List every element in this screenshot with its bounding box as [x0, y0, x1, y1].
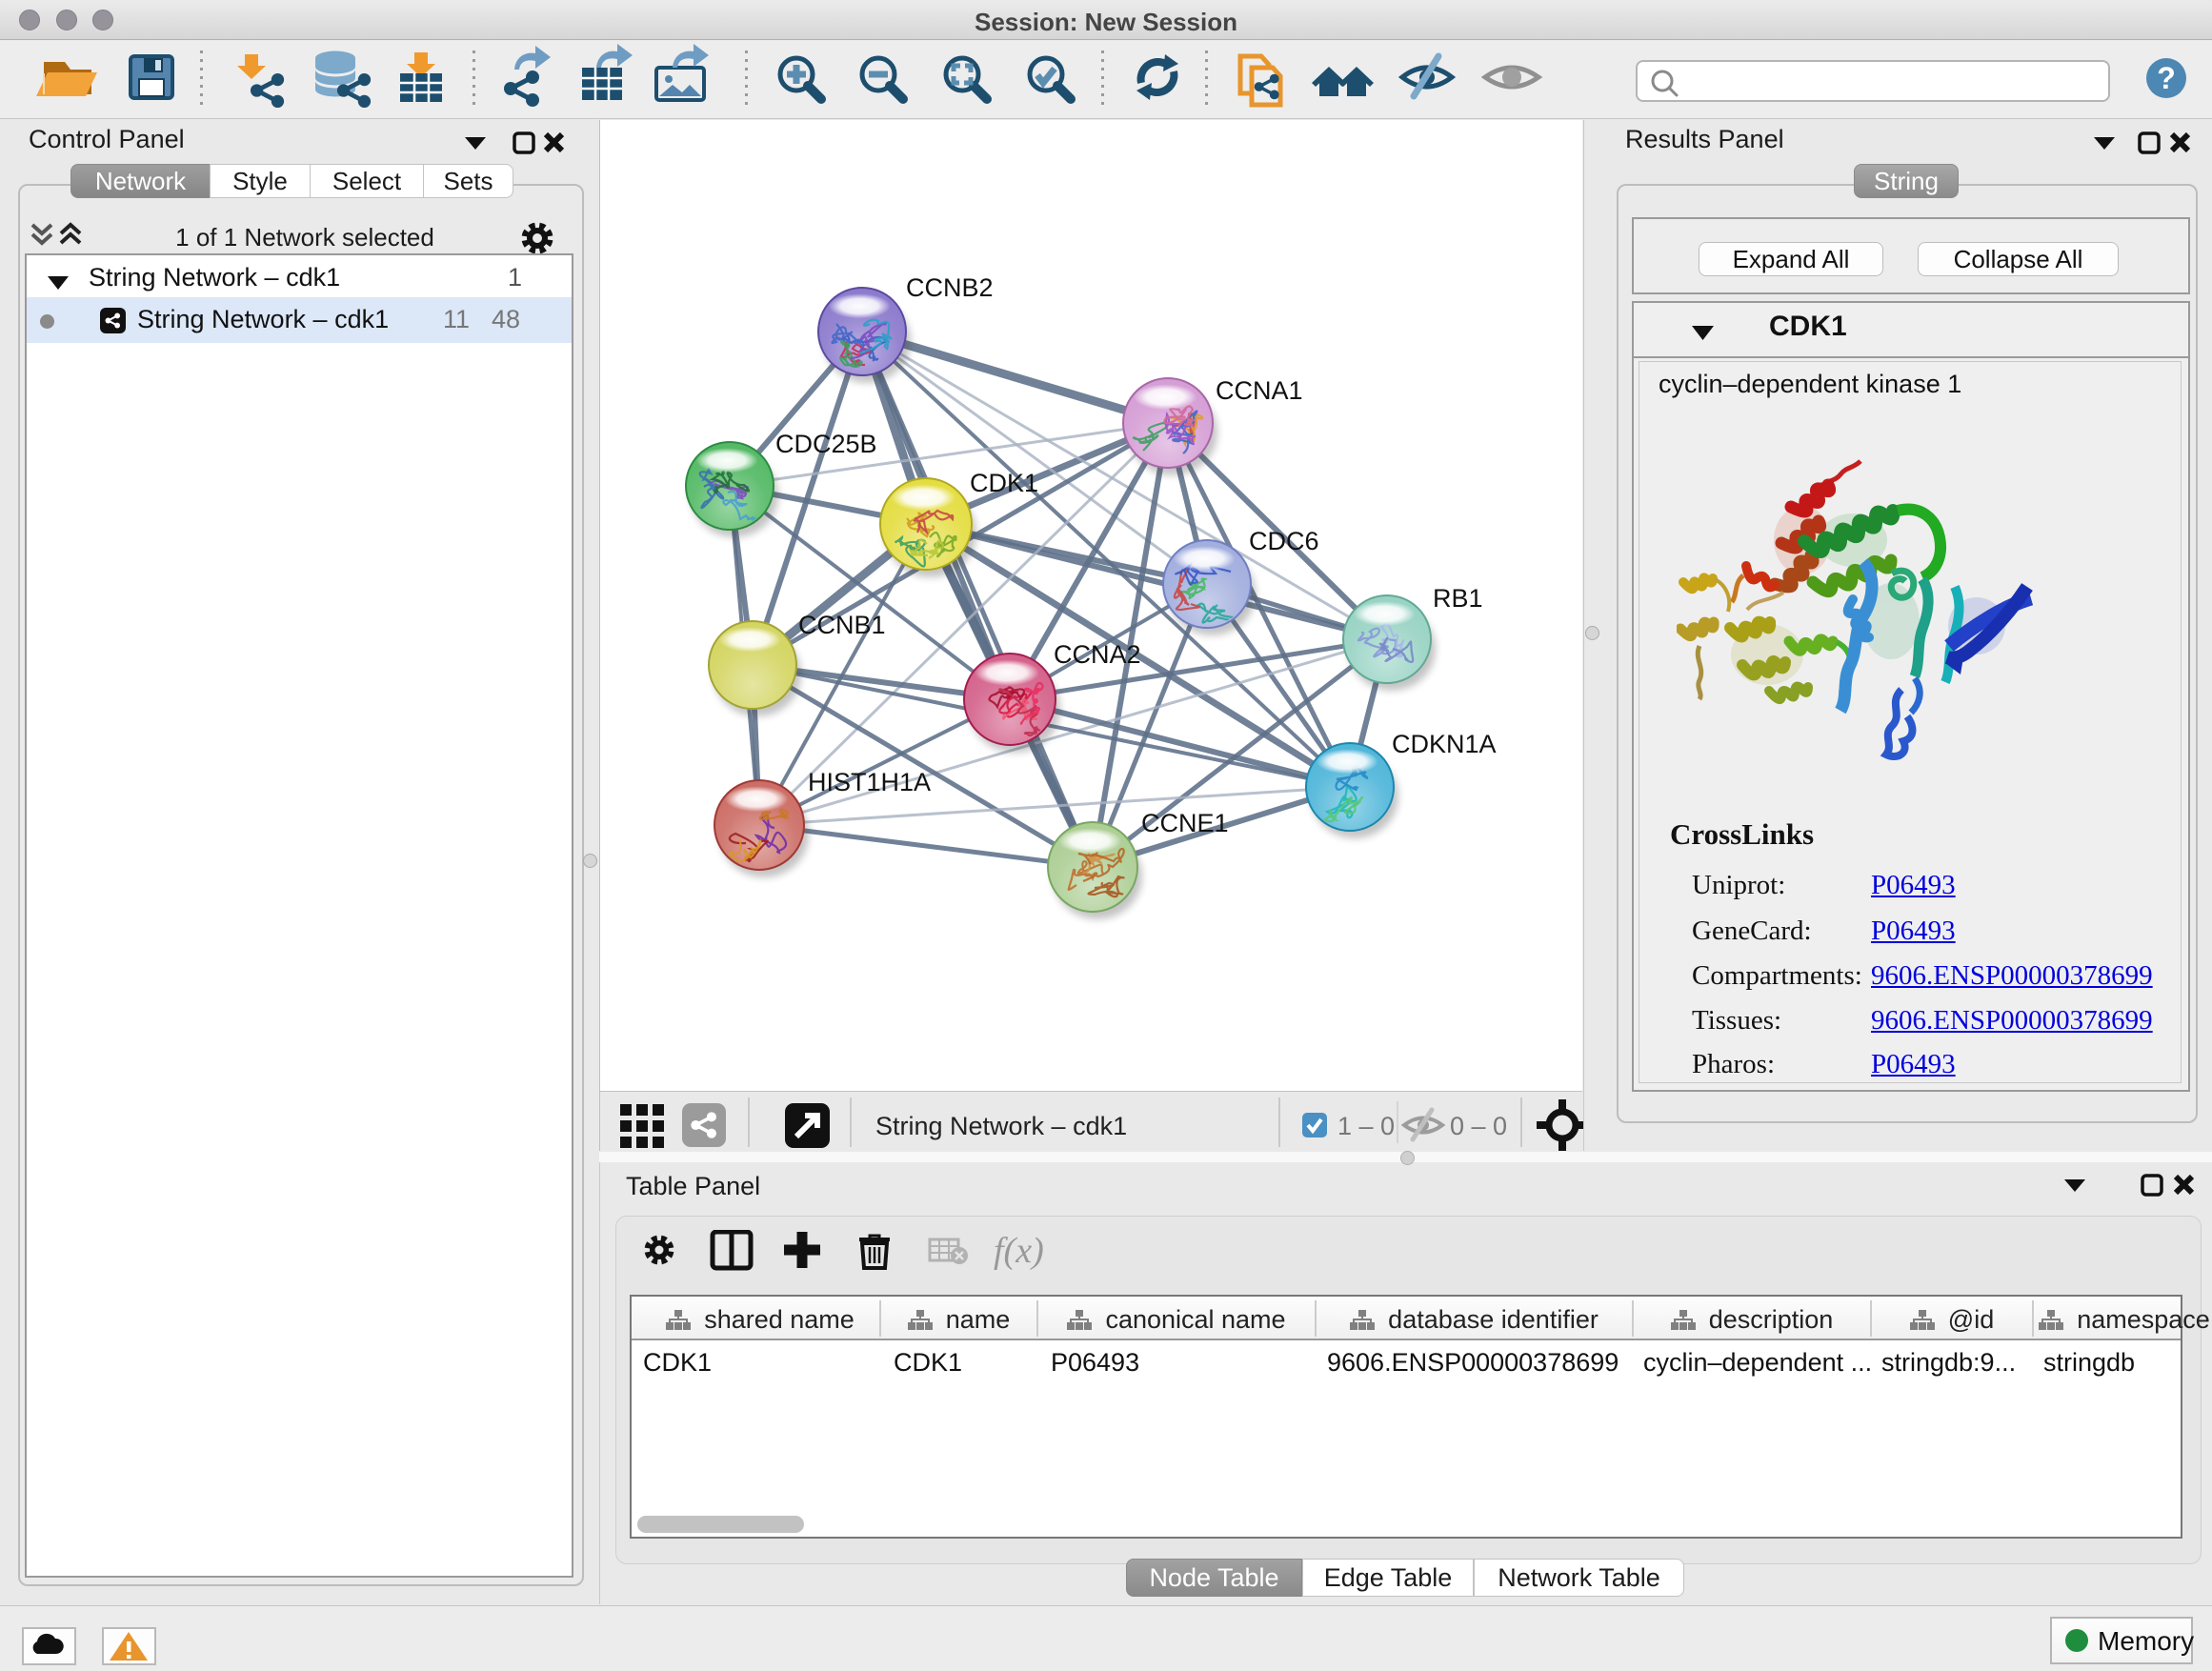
svg-text:CDC25B: CDC25B: [775, 430, 877, 458]
svg-text:String Network – cdk1: String Network – cdk1: [875, 1112, 1127, 1140]
svg-text:CCNA2: CCNA2: [1054, 640, 1141, 669]
svg-text:f(x): f(x): [994, 1231, 1044, 1271]
svg-text:CCNB1: CCNB1: [798, 611, 886, 639]
svg-text:HIST1H1A: HIST1H1A: [808, 768, 931, 796]
svg-text:CCNE1: CCNE1: [1141, 809, 1229, 837]
svg-text:CDKN1A: CDKN1A: [1392, 730, 1497, 758]
svg-text:CCNA1: CCNA1: [1216, 376, 1303, 405]
svg-text:?: ?: [2157, 61, 2176, 95]
svg-text:CDK1: CDK1: [970, 469, 1038, 497]
svg-text:CCNB2: CCNB2: [906, 273, 994, 302]
svg-text:1 – 0: 1 – 0: [1337, 1112, 1395, 1140]
svg-text:RB1: RB1: [1433, 584, 1483, 613]
svg-text:0 – 0: 0 – 0: [1450, 1112, 1507, 1140]
svg-text:CDC6: CDC6: [1249, 527, 1319, 555]
